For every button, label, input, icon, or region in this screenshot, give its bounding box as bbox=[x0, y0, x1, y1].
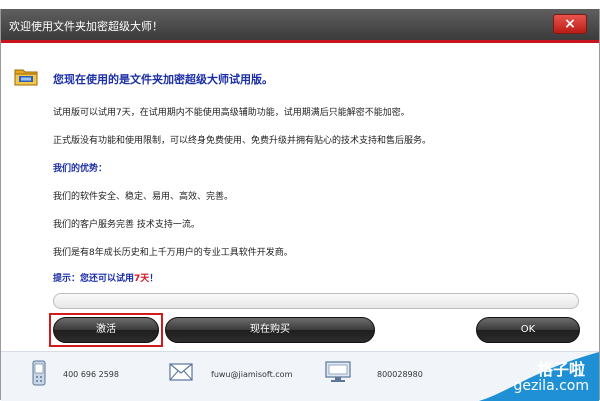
advantages-title: 我们的优势： bbox=[53, 164, 108, 174]
headline: 您现在使用的是文件夹加密超级大师试用版。 bbox=[53, 73, 273, 86]
contact-footer: 400 696 2598 fuwu@jiamisoft.com 80002898… bbox=[1, 351, 599, 401]
email-address: fuwu@jiamisoft.com bbox=[211, 370, 293, 379]
folder-lock-icon bbox=[14, 69, 38, 86]
ok-button[interactable]: OK bbox=[476, 317, 580, 343]
trial-progress-bar bbox=[53, 293, 579, 309]
close-button[interactable]: × bbox=[553, 14, 587, 34]
advantage-item: 我们的软件安全、稳定、易用、高效、完善。 bbox=[53, 192, 234, 202]
advantage-item: 我们是有8年成长历史和上千万用户的专业工具软件开发商。 bbox=[53, 248, 293, 258]
trial-info-text: 试用版可以试用7天，在试用期内不能使用高级辅助功能，试用期满后只能解密不能加密。 bbox=[53, 108, 410, 118]
hint-days: 7天 bbox=[134, 274, 150, 284]
activate-button[interactable]: 激活 bbox=[53, 317, 159, 343]
buy-now-button[interactable]: 现在购买 bbox=[165, 317, 375, 343]
monitor-icon bbox=[325, 361, 351, 382]
qq-number: 800028980 bbox=[377, 370, 423, 379]
title-bar[interactable]: 欢迎使用文件夹加密超级大师！ × bbox=[1, 9, 599, 43]
hint-prefix: 提示：您还可以试用 bbox=[53, 274, 135, 284]
email-icon bbox=[169, 363, 193, 381]
trial-hint: 提示：您还可以试用7天！ bbox=[53, 271, 158, 284]
watermark-cn: 格子啦 bbox=[536, 360, 585, 379]
advantage-item: 我们的客户服务完善 技术支持一流。 bbox=[53, 220, 200, 230]
phone-icon bbox=[32, 360, 46, 386]
phone-number: 400 696 2598 bbox=[63, 370, 119, 379]
hint-suffix: ！ bbox=[149, 274, 159, 284]
watermark-en: gezila.com bbox=[513, 378, 589, 394]
dialog-window: 欢迎使用文件夹加密超级大师！ × 您现在使用的是文件夹加密超级大师试用版。 试用… bbox=[0, 9, 600, 401]
window-title: 欢迎使用文件夹加密超级大师！ bbox=[9, 20, 163, 33]
official-info-text: 正式版没有功能和使用限制，可以终身免费使用、免费升级并拥有贴心的技术支持和售后服… bbox=[53, 136, 432, 146]
